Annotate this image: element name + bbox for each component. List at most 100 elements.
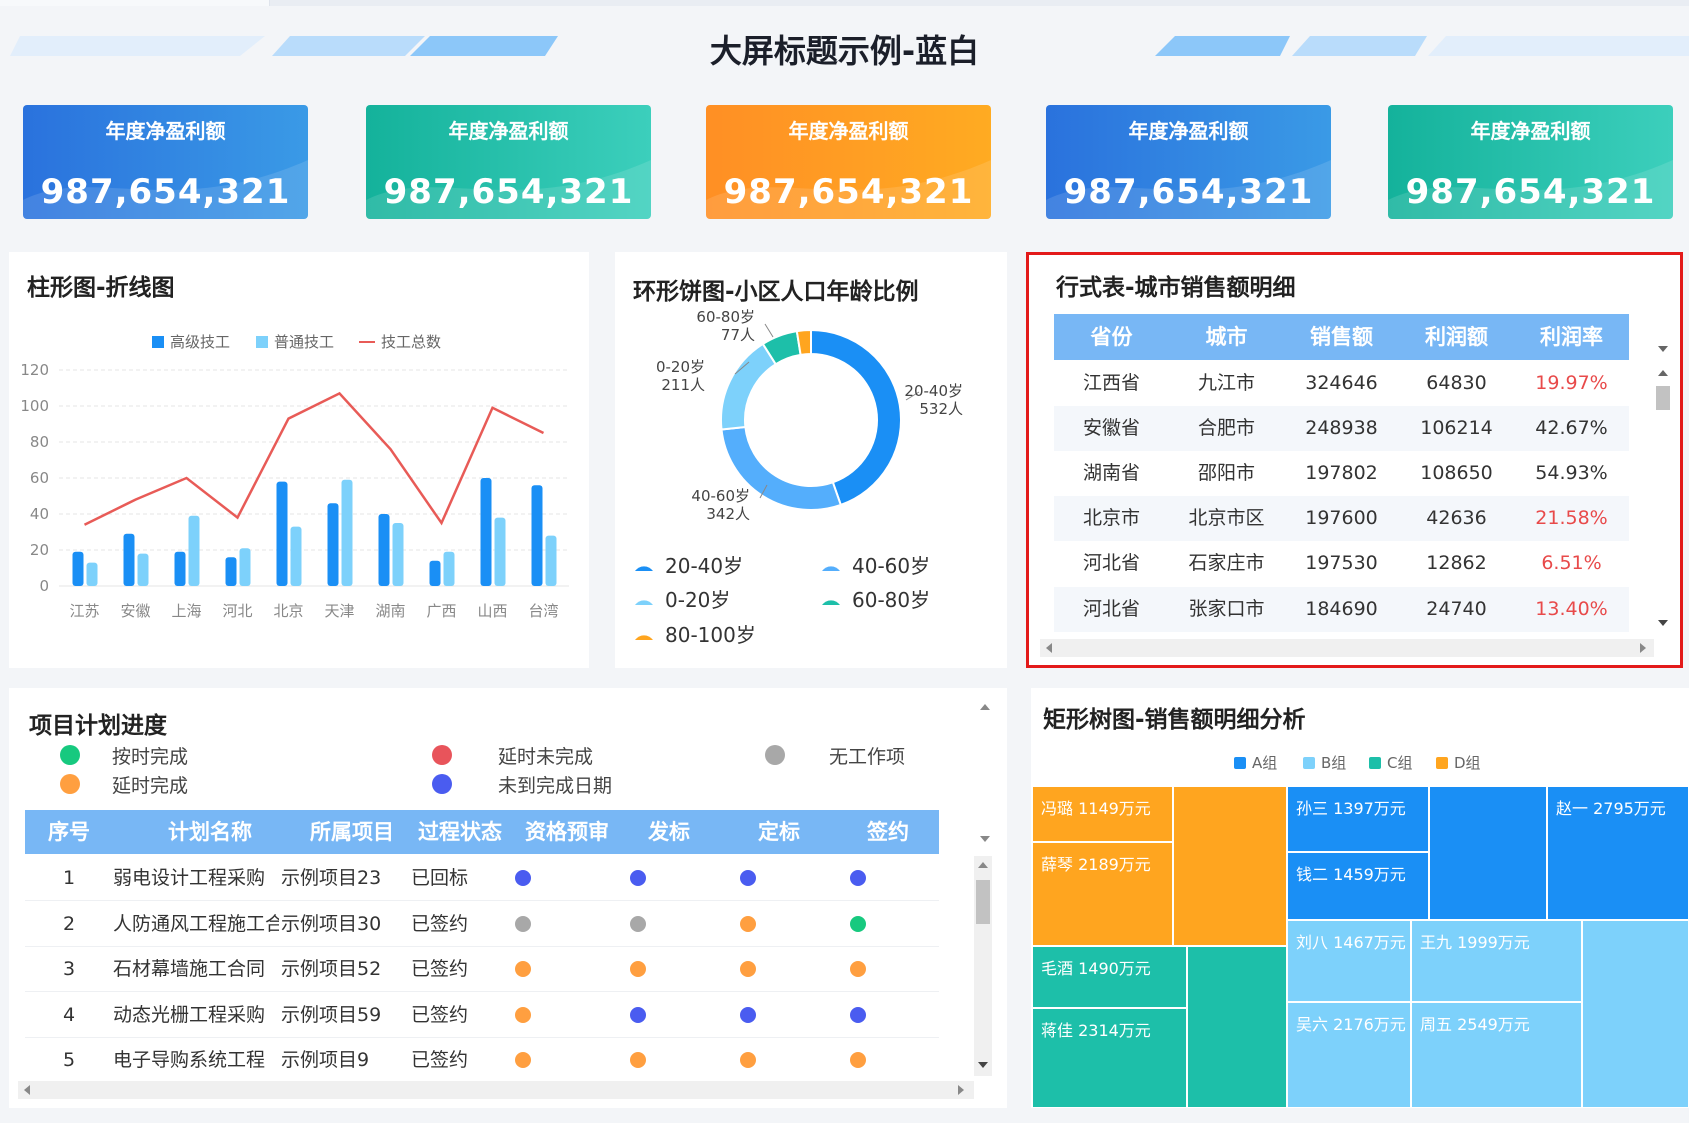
col-plan-name[interactable]: 计划名称	[125, 810, 295, 854]
scroll-right-arrow[interactable]	[958, 1085, 964, 1095]
treemap-cell[interactable]: 刘八 1467万元	[1287, 920, 1411, 1002]
treemap-cell[interactable]: 王九 1999万元	[1411, 920, 1582, 1002]
donut-legend-40-60[interactable]: 40-60岁	[820, 550, 930, 579]
table-row[interactable]: 河北省 张家口市 184690 24740 13.40%	[1054, 587, 1629, 632]
bar-normal[interactable]	[443, 551, 455, 586]
bar-senior[interactable]	[378, 514, 390, 586]
donut-legend-80-100[interactable]: 80-100岁	[633, 619, 756, 648]
table-row[interactable]: 4 动态光栅工程采购 示例项目59 已签约	[25, 993, 939, 1038]
col-sales[interactable]: 销售额	[1284, 314, 1399, 360]
scroll-up-arrow[interactable]	[1658, 370, 1668, 376]
bar-senior[interactable]	[327, 503, 339, 586]
treemap-cell[interactable]	[1429, 786, 1547, 920]
status-dot[interactable]	[630, 1052, 646, 1068]
status-dot[interactable]	[740, 1006, 756, 1023]
legend-senior[interactable]: 高级技工	[152, 331, 230, 352]
treemap-legend-b[interactable]: B组	[1303, 752, 1346, 773]
table-row[interactable]: 北京市 北京市区 197600 42636 21.58%	[1054, 496, 1629, 541]
scroll-thumb[interactable]	[976, 880, 990, 924]
status-dot[interactable]	[740, 961, 756, 977]
scroll-down-arrow[interactable]	[1658, 620, 1668, 626]
col-award[interactable]: 定标	[739, 810, 819, 854]
status-dot[interactable]	[740, 870, 756, 886]
status-dot[interactable]	[515, 915, 531, 932]
bar-normal[interactable]	[137, 553, 149, 586]
scroll-down-arrow[interactable]	[978, 1062, 988, 1068]
treemap-cell[interactable]: 周五 2549万元	[1411, 1002, 1582, 1108]
treemap-legend-d[interactable]: D组	[1436, 752, 1481, 773]
status-dot[interactable]	[850, 1006, 866, 1023]
bar-normal[interactable]	[290, 526, 302, 586]
scroll-up-arrow[interactable]	[978, 862, 988, 868]
scroll-up-arrow[interactable]	[980, 704, 990, 710]
table-row[interactable]: 江西省 九江市 324646 64830 19.97%	[1054, 361, 1629, 406]
treemap-cell[interactable]: 钱二 1459万元	[1287, 852, 1429, 920]
bar-senior[interactable]	[531, 485, 543, 586]
donut-legend-0-20[interactable]: 0-20岁	[633, 584, 730, 613]
bar-senior[interactable]	[72, 551, 84, 586]
status-dot[interactable]	[515, 1006, 531, 1023]
donut-slice[interactable]	[720, 342, 778, 431]
bar-normal[interactable]	[545, 535, 557, 586]
project-vertical-scrollbar[interactable]	[974, 856, 992, 1076]
scroll-down-arrow[interactable]	[1658, 346, 1668, 352]
scroll-down-arrow[interactable]	[980, 836, 990, 842]
donut-legend-60-80[interactable]: 60-80岁	[820, 584, 930, 613]
project-upper-scrollbar[interactable]	[976, 696, 994, 846]
treemap-cell[interactable]	[1187, 946, 1287, 1108]
col-tender[interactable]: 发标	[629, 810, 709, 854]
treemap-cell[interactable]: 毛酒 1490万元	[1032, 946, 1187, 1008]
status-dot[interactable]	[630, 915, 646, 932]
table-row[interactable]: 5 电子导购系统工程 示例项目9 已签约	[25, 1038, 939, 1083]
bar-senior[interactable]	[429, 560, 441, 586]
bar-normal[interactable]	[341, 479, 353, 586]
row-table-horizontal-scrollbar[interactable]	[1040, 639, 1654, 657]
treemap-cell[interactable]: 孙三 1397万元	[1287, 786, 1429, 852]
treemap-cell[interactable]: 蒋佳 2314万元	[1032, 1008, 1187, 1108]
status-dot[interactable]	[740, 1052, 756, 1068]
status-dot[interactable]	[630, 870, 646, 886]
bar-senior[interactable]	[276, 481, 288, 586]
status-dot[interactable]	[630, 1006, 646, 1023]
status-dot[interactable]	[630, 961, 646, 977]
bar-senior[interactable]	[123, 533, 135, 586]
row-table-vertical-scrollbar[interactable]	[1654, 258, 1672, 638]
treemap-cell[interactable]	[1173, 786, 1287, 946]
scroll-left-arrow[interactable]	[1046, 643, 1052, 653]
scroll-left-arrow[interactable]	[24, 1085, 30, 1095]
table-row[interactable]: 安徽省 合肥市 248938 106214 42.67%	[1054, 406, 1629, 451]
project-horizontal-scrollbar[interactable]	[18, 1081, 974, 1099]
col-prequal[interactable]: 资格预审	[507, 810, 627, 854]
treemap-cell[interactable]: 吴六 2176万元	[1287, 1002, 1411, 1108]
treemap-cell[interactable]: 薛琴 2189万元	[1032, 842, 1173, 946]
treemap-legend-c[interactable]: C组	[1369, 752, 1412, 773]
bar-senior[interactable]	[174, 551, 186, 586]
col-province[interactable]: 省份	[1054, 314, 1169, 360]
col-profit[interactable]: 利润额	[1399, 314, 1514, 360]
status-dot[interactable]	[850, 961, 866, 977]
table-row[interactable]: 河北省 石家庄市 197530 12862 6.51%	[1054, 541, 1629, 586]
status-dot[interactable]	[740, 915, 756, 932]
status-dot[interactable]	[515, 870, 531, 886]
donut-legend-20-40[interactable]: 20-40岁	[633, 550, 743, 579]
status-dot[interactable]	[850, 915, 866, 932]
table-row[interactable]: 2 人防通风工程施工合同示例项目30 已签约	[25, 902, 939, 947]
col-sign[interactable]: 签约	[848, 810, 928, 854]
bar-normal[interactable]	[494, 517, 506, 586]
bar-normal[interactable]	[392, 523, 404, 586]
table-row[interactable]: 湖南省 邵阳市 197802 108650 54.93%	[1054, 451, 1629, 496]
scroll-right-arrow[interactable]	[1640, 643, 1646, 653]
treemap-cell[interactable]: 赵一 2795万元	[1547, 786, 1689, 920]
status-dot[interactable]	[850, 1052, 866, 1068]
status-dot[interactable]	[515, 1052, 531, 1068]
legend-normal[interactable]: 普通技工	[256, 331, 334, 352]
treemap-cell[interactable]: 冯璐 1149万元	[1032, 786, 1173, 842]
line-total[interactable]	[83, 391, 545, 526]
bar-normal[interactable]	[86, 562, 98, 586]
scroll-thumb[interactable]	[1656, 386, 1670, 410]
col-city[interactable]: 城市	[1169, 314, 1284, 360]
donut-slice[interactable]	[810, 328, 903, 507]
bar-normal[interactable]	[239, 548, 251, 586]
bar-normal[interactable]	[188, 515, 200, 586]
active-tab[interactable]	[0, 0, 270, 6]
